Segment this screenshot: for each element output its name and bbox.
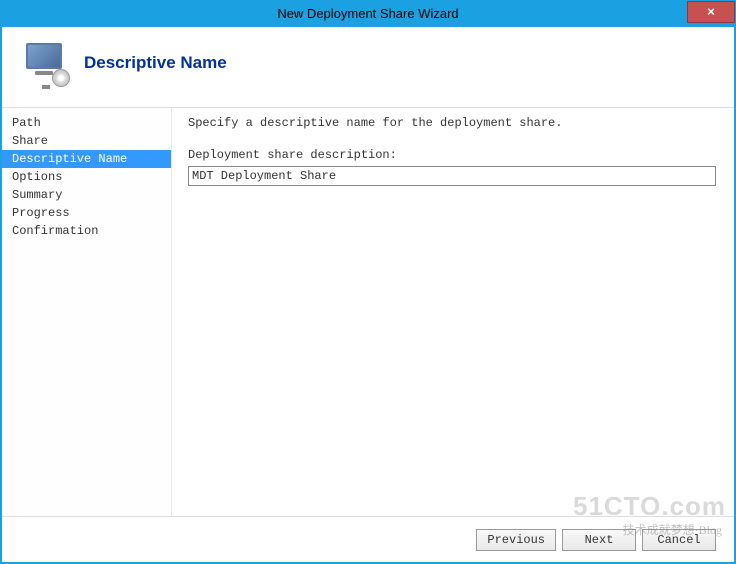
step-summary[interactable]: Summary xyxy=(2,186,171,204)
field-label: Deployment share description: xyxy=(188,148,716,162)
titlebar: New Deployment Share Wizard × xyxy=(1,1,735,27)
close-button[interactable]: × xyxy=(687,1,735,23)
page-title: Descriptive Name xyxy=(84,53,227,73)
previous-button[interactable]: Previous xyxy=(476,529,556,551)
wizard-content: Specify a descriptive name for the deplo… xyxy=(172,108,734,516)
step-path[interactable]: Path xyxy=(2,114,171,132)
step-progress[interactable]: Progress xyxy=(2,204,171,222)
step-descriptive-name[interactable]: Descriptive Name xyxy=(2,150,171,168)
instruction-text: Specify a descriptive name for the deplo… xyxy=(188,116,716,130)
step-options[interactable]: Options xyxy=(2,168,171,186)
next-button[interactable]: Next xyxy=(562,529,636,551)
step-share[interactable]: Share xyxy=(2,132,171,150)
window-title: New Deployment Share Wizard xyxy=(277,1,458,27)
client-area: Descriptive Name Path Share Descriptive … xyxy=(2,27,734,562)
wizard-header: Descriptive Name xyxy=(2,27,734,95)
step-confirmation[interactable]: Confirmation xyxy=(2,222,171,240)
wizard-body: Path Share Descriptive Name Options Summ… xyxy=(2,107,734,516)
cancel-button[interactable]: Cancel xyxy=(642,529,716,551)
wizard-footer: Previous Next Cancel xyxy=(2,516,734,562)
description-input[interactable] xyxy=(188,166,716,186)
computer-icon xyxy=(26,43,66,83)
step-sidebar: Path Share Descriptive Name Options Summ… xyxy=(2,108,172,516)
wizard-window: New Deployment Share Wizard × Descriptiv… xyxy=(0,0,736,564)
